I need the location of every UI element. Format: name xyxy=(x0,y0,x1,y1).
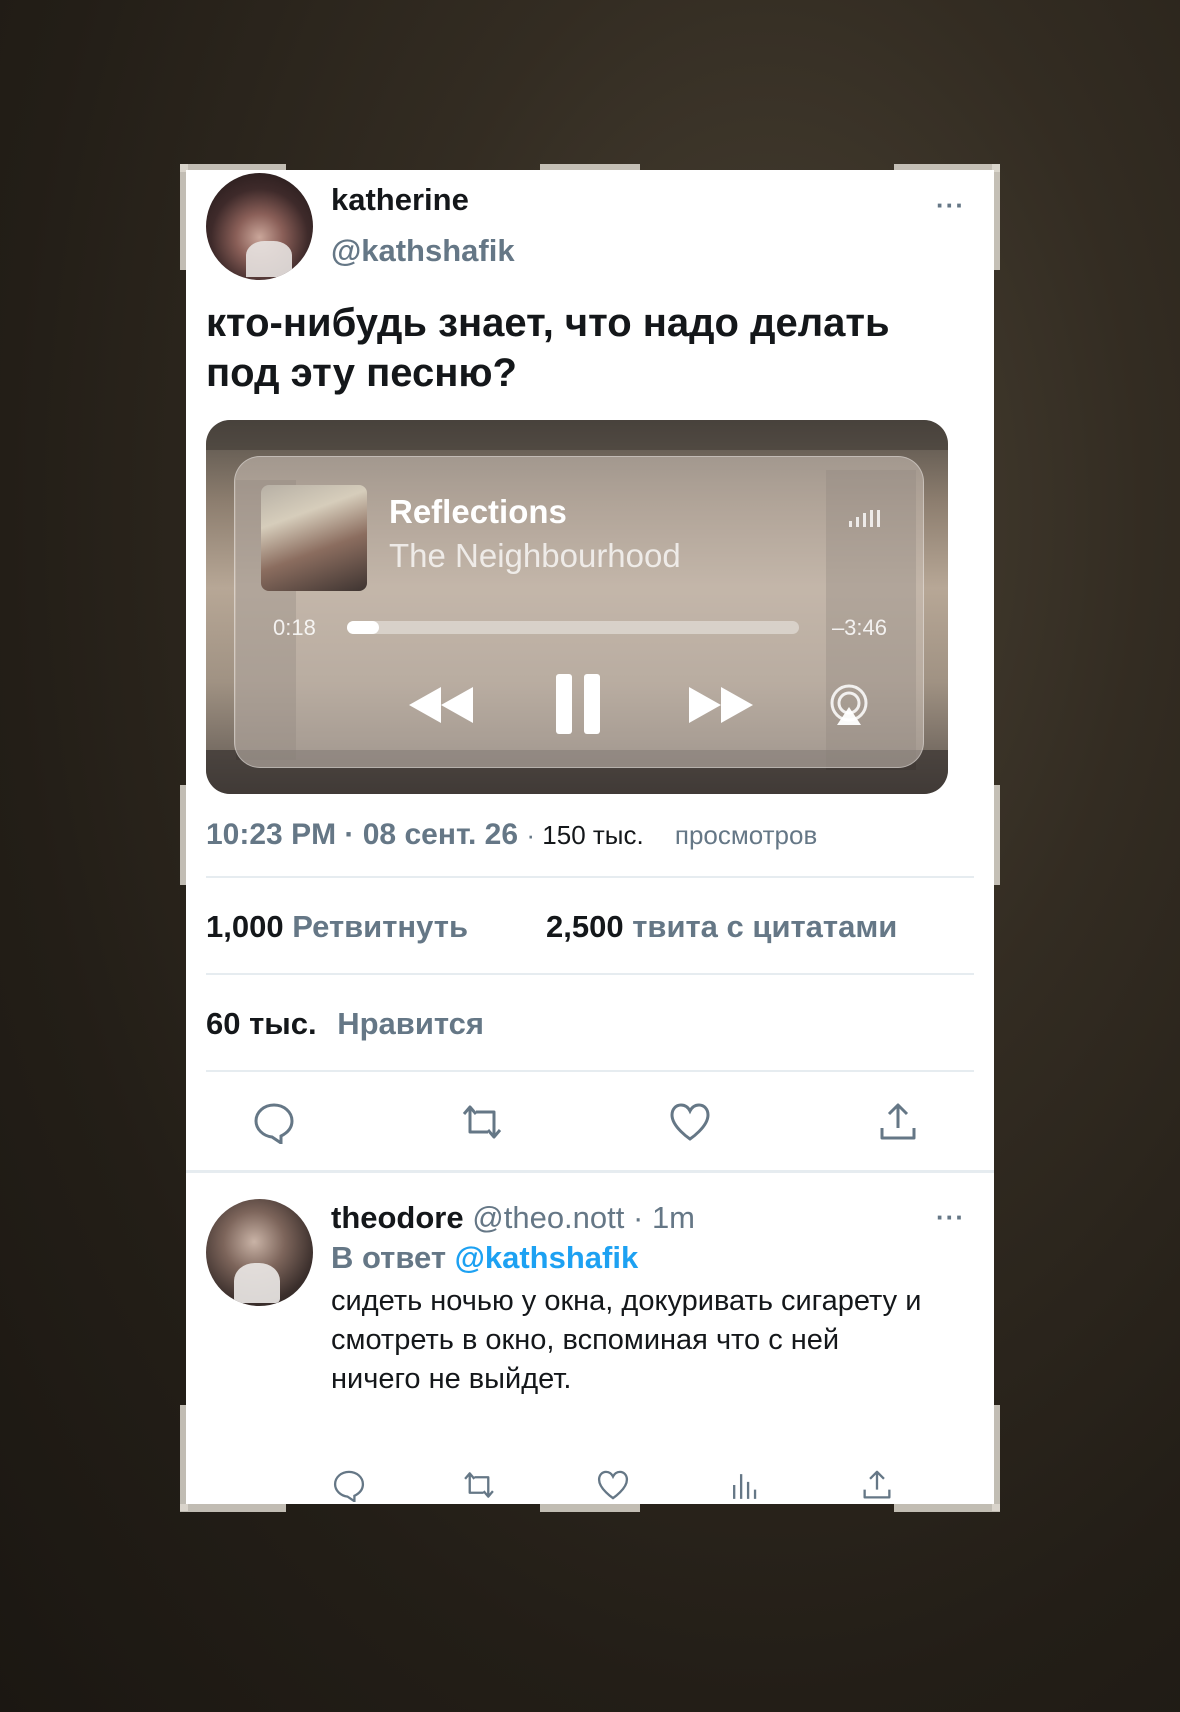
reply-context: В ответ @kathshafik xyxy=(331,1240,638,1276)
progress-fill xyxy=(347,621,379,634)
fast-forward-icon[interactable] xyxy=(687,685,755,730)
likes-count: 60 тыс. xyxy=(206,1006,317,1041)
retweets-stat[interactable]: 1,000 Ретвитнуть xyxy=(206,909,468,945)
rewind-icon[interactable] xyxy=(407,685,475,730)
author-handle[interactable]: @kathshafik xyxy=(331,233,515,269)
like-icon[interactable] xyxy=(668,1100,712,1144)
tweet-meta: 10:23 PM · 08 сент. 26 · 150 тыс. просмо… xyxy=(206,818,818,851)
reply-icon[interactable] xyxy=(332,1468,366,1504)
divider xyxy=(206,1070,974,1072)
progress-bar[interactable] xyxy=(347,621,799,634)
quotes-label: твита с цитатами xyxy=(632,909,898,944)
tape-bottom-right xyxy=(894,1504,1000,1512)
elapsed-time: 0:18 xyxy=(273,615,316,640)
reply-time: 1m xyxy=(651,1200,696,1235)
author-name[interactable]: katherine xyxy=(331,182,469,218)
share-icon[interactable] xyxy=(876,1100,920,1144)
quotes-stat[interactable]: 2,500 твита с цитатами xyxy=(546,909,897,945)
reply-icon[interactable] xyxy=(252,1100,296,1146)
views-count: 150 тыс. xyxy=(542,820,644,850)
tweet-time[interactable]: 10:23 PM xyxy=(206,818,336,851)
airplay-icon[interactable] xyxy=(827,683,871,732)
music-player: Reflections The Neighbourhood 0:18 –3:46 xyxy=(234,456,924,768)
retweets-label: Ретвитнуть xyxy=(292,909,469,944)
share-icon[interactable] xyxy=(860,1468,894,1502)
tape-bottom-mid xyxy=(540,1504,640,1512)
volume-bars-icon xyxy=(847,507,887,537)
quotes-count: 2,500 xyxy=(546,909,624,944)
retweet-icon[interactable] xyxy=(462,1468,496,1502)
song-title: Reflections xyxy=(389,493,567,530)
likes-stat[interactable]: 60 тыс. Нравится xyxy=(206,1006,484,1042)
views-label: просмотров xyxy=(674,820,818,850)
more-options-icon[interactable]: ··· xyxy=(936,190,965,221)
reply-more-options-icon[interactable]: ··· xyxy=(936,1202,965,1233)
album-art xyxy=(261,485,367,591)
like-icon[interactable] xyxy=(596,1468,630,1502)
divider xyxy=(206,973,974,975)
analytics-icon[interactable] xyxy=(728,1468,762,1502)
remaining-time: –3:46 xyxy=(831,615,887,640)
reply-author-name[interactable]: theodore xyxy=(331,1200,464,1235)
tape-bottom-left xyxy=(180,1504,286,1512)
reply-mention[interactable]: @kathshafik xyxy=(455,1240,639,1275)
reply-text: сидеть ночью у окна, докуривать сигарету… xyxy=(331,1285,922,1395)
likes-label: Нравится xyxy=(337,1006,485,1041)
tweet-separator xyxy=(186,1170,994,1173)
tweet-text: кто-нибудь знает, что надо делать под эт… xyxy=(206,301,890,395)
reply-avatar[interactable] xyxy=(206,1199,313,1306)
tweet-card: katherine @kathshafik ··· кто-нибудь зна… xyxy=(186,170,994,1504)
divider xyxy=(206,876,974,878)
reply-header: theodore @theo.nott · 1m xyxy=(331,1200,696,1235)
tweet-date[interactable]: 08 сент. 26 xyxy=(363,818,518,851)
artist-name: The Neighbourhood xyxy=(389,537,681,574)
reply-author-handle[interactable]: @theo.nott xyxy=(472,1200,624,1235)
avatar[interactable] xyxy=(206,173,313,280)
reply-prefix: В ответ xyxy=(331,1240,447,1275)
building-bg xyxy=(206,420,948,450)
pause-icon[interactable] xyxy=(554,672,602,741)
retweets-count: 1,000 xyxy=(206,909,284,944)
retweet-icon[interactable] xyxy=(460,1100,504,1144)
tweet-media[interactable]: Reflections The Neighbourhood 0:18 –3:46 xyxy=(206,420,948,794)
